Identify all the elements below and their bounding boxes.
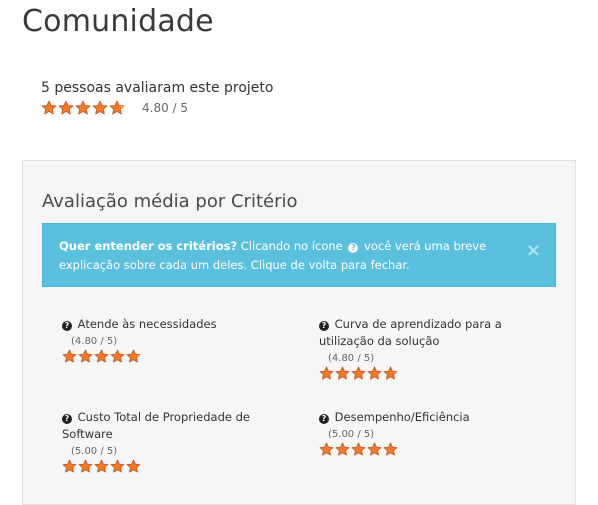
star-icon (335, 366, 350, 380)
criterion-star-rating (319, 366, 509, 381)
star-icon (126, 349, 141, 363)
criterion-label: Curva de aprendizado para a utilização d… (319, 317, 502, 348)
star-icon (367, 366, 382, 380)
reviewers-count-text: 5 pessoas avaliaram este projeto (41, 80, 274, 96)
criterion-star-rating (62, 349, 262, 364)
criterion-item: ? Desempenho/Eficiência (5.00 / 5) (319, 409, 519, 457)
question-circle-icon[interactable]: ? (62, 321, 72, 331)
star-icon (78, 459, 93, 473)
question-circle-icon: ? (348, 243, 359, 253)
question-circle-icon[interactable]: ? (319, 321, 329, 331)
criterion-star-rating (319, 442, 519, 457)
star-icon (383, 366, 398, 380)
criterion-item: ? Curva de aprendizado para a utilização… (319, 316, 509, 381)
star-icon (62, 349, 77, 363)
star-icon (92, 100, 108, 115)
criterion-score: (4.80 / 5) (328, 353, 375, 364)
star-icon (351, 366, 366, 380)
star-icon (41, 100, 57, 115)
criteria-panel: Avaliação média por Critério Quer entend… (22, 160, 576, 505)
star-icon (351, 442, 366, 456)
close-icon[interactable]: × (526, 242, 541, 260)
criteria-info-alert: Quer entender os critérios? Clicando no … (42, 223, 556, 287)
criterion-label: Desempenho/Eficiência (334, 410, 470, 424)
question-circle-icon[interactable]: ? (62, 414, 72, 424)
star-icon (62, 459, 77, 473)
star-icon (126, 459, 141, 473)
criterion-score: (5.00 / 5) (328, 429, 375, 440)
star-icon (94, 349, 109, 363)
star-icon (110, 459, 125, 473)
page-title: Comunidade (22, 4, 214, 39)
question-circle-icon[interactable]: ? (319, 414, 329, 424)
star-icon (109, 100, 125, 115)
panel-title: Avaliação média por Critério (42, 191, 298, 212)
star-icon (367, 442, 382, 456)
star-rating (41, 100, 126, 116)
average-score: 4.80 / 5 (142, 101, 189, 115)
criterion-star-rating (62, 459, 252, 474)
criterion-label: Atende às necessidades (77, 317, 217, 331)
star-icon (75, 100, 91, 115)
star-icon (319, 442, 334, 456)
star-icon (383, 442, 398, 456)
criterion-score: (5.00 / 5) (71, 446, 118, 457)
criterion-item: ? Custo Total de Propriedade de Software… (62, 409, 252, 474)
alert-lead: Quer entender os critérios? (59, 239, 238, 253)
star-icon (94, 459, 109, 473)
star-icon (335, 442, 350, 456)
star-icon (110, 349, 125, 363)
alert-text-before: Clicando no ícone (237, 239, 347, 253)
criterion-label: Custo Total de Propriedade de Software (62, 410, 251, 441)
star-icon (319, 366, 334, 380)
criterion-score: (4.80 / 5) (71, 336, 118, 347)
star-icon (78, 349, 93, 363)
star-icon (58, 100, 74, 115)
rating-summary: 5 pessoas avaliaram este projeto 4.80 / … (41, 80, 273, 116)
criterion-item: ? Atende às necessidades (4.80 / 5) (62, 316, 262, 364)
